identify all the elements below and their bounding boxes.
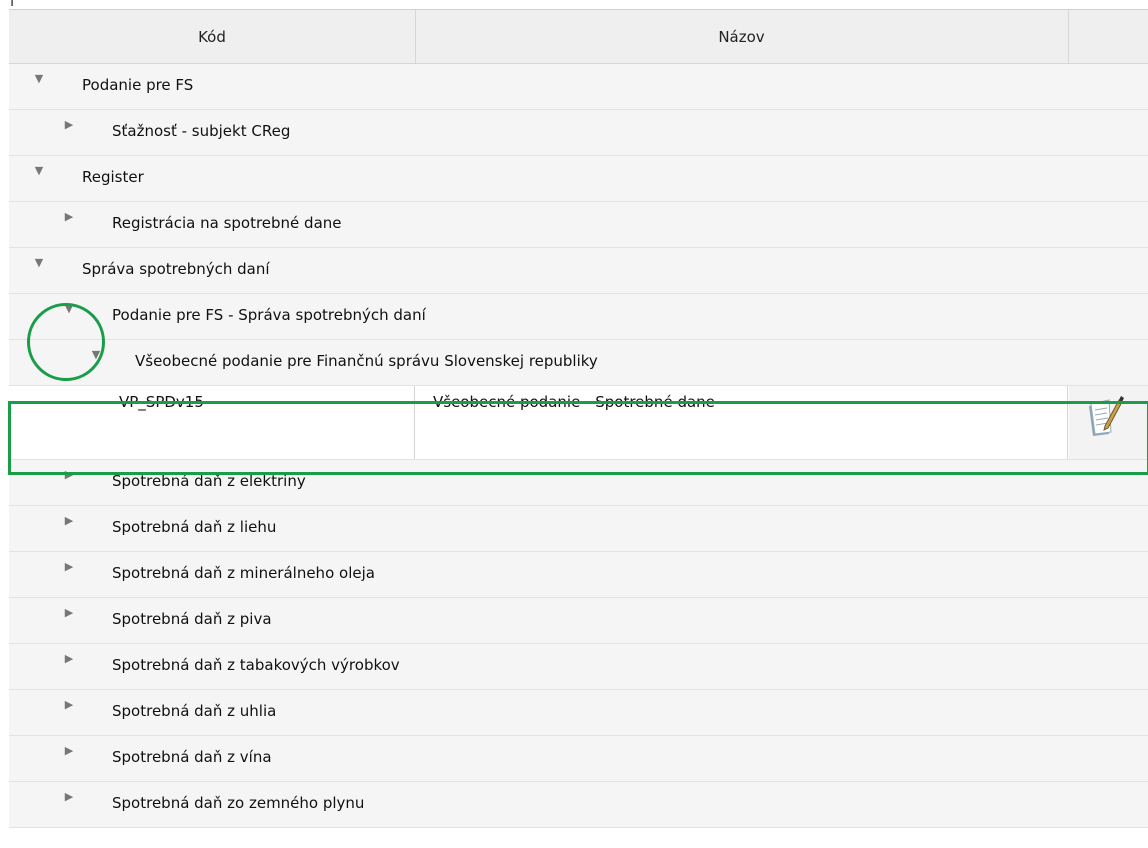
name-cell: Všeobecné podanie - Spotrebné dane xyxy=(415,386,1068,459)
collapsed-triangle-icon[interactable]: ▶ xyxy=(63,607,75,619)
tree-node[interactable]: ▼ Všeobecné podanie pre Finančnú správu … xyxy=(9,340,1148,386)
tree-node-label: Register xyxy=(82,168,144,186)
collapsed-triangle-icon[interactable]: ▶ xyxy=(63,699,75,711)
collapsed-triangle-icon[interactable]: ▶ xyxy=(63,211,75,223)
collapsed-triangle-icon[interactable]: ▶ xyxy=(63,469,75,481)
cropped-text-strip: ı xyxy=(10,0,15,9)
tree-node[interactable]: ▶ Spotrebná daň z liehu xyxy=(9,506,1148,552)
collapsed-triangle-icon[interactable]: ▶ xyxy=(63,119,75,131)
tree-node-label: Spotrebná daň z piva xyxy=(112,610,272,628)
tree-node[interactable]: ▶ Spotrebná daň z piva xyxy=(9,598,1148,644)
tree-node-label: Podanie pre FS xyxy=(82,76,194,94)
tree-node[interactable]: ▼ Správa spotrebných daní xyxy=(9,248,1148,294)
collapsed-triangle-icon[interactable]: ▶ xyxy=(63,745,75,757)
tree-node-label: Správa spotrebných daní xyxy=(82,260,270,278)
tree-node[interactable]: ▶ Sťažnosť - subjekt CReg xyxy=(9,110,1148,156)
column-header-action xyxy=(1069,10,1148,63)
collapsed-triangle-icon[interactable]: ▶ xyxy=(63,515,75,527)
expanded-triangle-icon[interactable]: ▼ xyxy=(63,303,75,315)
tree-node[interactable]: ▼ Podanie pre FS - Správa spotrebných da… xyxy=(9,294,1148,340)
code-cell: VP_SPDv15 xyxy=(9,386,415,459)
table-row[interactable]: VP_SPDv15 Všeobecné podanie - Spotrebné … xyxy=(9,386,1148,460)
tree-node-label: Spotrebná daň z tabakových výrobkov xyxy=(112,656,400,674)
tree-node-label: Spotrebná daň z uhlia xyxy=(112,702,277,720)
column-header-name[interactable]: Názov xyxy=(415,10,1069,63)
expanded-triangle-icon[interactable]: ▼ xyxy=(33,73,45,85)
action-cell xyxy=(1069,386,1148,459)
expanded-triangle-icon[interactable]: ▼ xyxy=(90,349,102,361)
expanded-triangle-icon[interactable]: ▼ xyxy=(33,165,45,177)
tree-node[interactable]: ▶ Spotrebná daň z uhlia xyxy=(9,690,1148,736)
tree-node[interactable]: ▶ Spotrebná daň z elektriny xyxy=(9,460,1148,506)
tree-node-label: Spotrebná daň z liehu xyxy=(112,518,277,536)
tree-node-label: Registrácia na spotrebné dane xyxy=(112,214,342,232)
tree-node[interactable]: ▶ Spotrebná daň zo zemného plynu xyxy=(9,782,1148,828)
tree-node-label: Sťažnosť - subjekt CReg xyxy=(112,122,291,140)
tree-node-label: Spotrebná daň z elektriny xyxy=(112,472,306,490)
grid-header: Kód Názov xyxy=(9,9,1148,64)
collapsed-triangle-icon[interactable]: ▶ xyxy=(63,791,75,803)
tree-node-label: Všeobecné podanie pre Finančnú správu Sl… xyxy=(135,352,598,370)
tree-node[interactable]: ▼ Podanie pre FS xyxy=(9,64,1148,110)
tree-node[interactable]: ▶ Registrácia na spotrebné dane xyxy=(9,202,1148,248)
tree-node[interactable]: ▼ Register xyxy=(9,156,1148,202)
expanded-triangle-icon[interactable]: ▼ xyxy=(33,257,45,269)
tree-node[interactable]: ▶ Spotrebná daň z vína xyxy=(9,736,1148,782)
collapsed-triangle-icon[interactable]: ▶ xyxy=(63,561,75,573)
edit-form-icon[interactable] xyxy=(1085,394,1125,438)
column-header-code[interactable]: Kód xyxy=(9,10,416,63)
tree-node[interactable]: ▶ Spotrebná daň z minerálneho oleja xyxy=(9,552,1148,598)
tree-grid: Kód Názov ▼ Podanie pre FS ▶ Sťažnosť - … xyxy=(9,9,1148,828)
tree-node-label: Spotrebná daň z vína xyxy=(112,748,272,766)
tree-node-label: Spotrebná daň z minerálneho oleja xyxy=(112,564,375,582)
tree-node-label: Podanie pre FS - Správa spotrebných daní xyxy=(112,306,426,324)
collapsed-triangle-icon[interactable]: ▶ xyxy=(63,653,75,665)
tree-node-label: Spotrebná daň zo zemného plynu xyxy=(112,794,365,812)
tree-node[interactable]: ▶ Spotrebná daň z tabakových výrobkov xyxy=(9,644,1148,690)
